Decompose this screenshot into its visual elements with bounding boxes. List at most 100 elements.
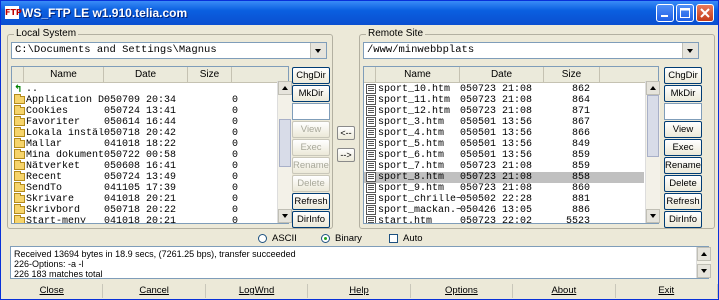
file-row[interactable]: start.htm 050723 22:02 5523: [364, 216, 644, 224]
file-size: 0: [231, 150, 238, 161]
folder-row[interactable]: Skrivare 041018 20:21 0: [12, 193, 276, 205]
ascii-radio-dot[interactable]: [258, 234, 267, 243]
folder-row[interactable]: Lokala instäl~ 050718 20:42 0: [12, 127, 276, 139]
chevron-down-icon[interactable]: [682, 43, 698, 58]
maximize-button[interactable]: [676, 4, 694, 22]
close-window-button[interactable]: [696, 4, 714, 22]
chevron-down-icon[interactable]: [310, 43, 326, 58]
transfer-to-local-button[interactable]: <--: [337, 126, 355, 140]
options-button[interactable]: Options: [411, 284, 514, 298]
folder-row[interactable]: Mallar 041018 18:22 0: [12, 138, 276, 150]
local-col-name[interactable]: Name: [24, 67, 104, 82]
binary-radio-dot[interactable]: [321, 234, 330, 243]
remote-rename-button[interactable]: Rename: [664, 157, 702, 174]
about-button[interactable]: About: [513, 284, 616, 298]
folder-row[interactable]: Cookies 050724 13:41 0: [12, 105, 276, 117]
file-size: 0: [231, 205, 238, 216]
cancel-button[interactable]: Cancel: [103, 284, 206, 298]
file-size: 859: [571, 150, 590, 161]
file-row[interactable]: sport_6.htm 050501 13:56 859: [364, 150, 644, 161]
remote-dirinfo-button[interactable]: DirInfo: [664, 211, 702, 228]
help-button[interactable]: Help: [308, 284, 411, 298]
local-mkdir-button[interactable]: MkDir: [292, 85, 330, 102]
local-exec-button[interactable]: Exec: [292, 139, 330, 156]
file-name: sport_chrille~: [378, 194, 462, 205]
file-row[interactable]: sport_chrille~ 050502 22:28 881: [364, 194, 644, 205]
exit-button[interactable]: Exit: [616, 284, 718, 298]
file-row[interactable]: sport_mackan.~ 050426 13:05 886: [364, 205, 644, 216]
folder-row[interactable]: Start-meny 041018 20:21 0: [12, 215, 276, 224]
remote-path-select[interactable]: /www/minwebbplats: [363, 42, 699, 59]
scroll-up-icon[interactable]: [697, 247, 711, 261]
file-row[interactable]: sport_9.htm 050723 21:08 860: [364, 183, 644, 194]
remote-file-list[interactable]: Name Date Size sport_10.htm 050723 21:08 8…: [363, 66, 659, 224]
remote-col-icon[interactable]: [364, 67, 376, 82]
folder-row[interactable]: Application D~ 050709 20:34 0: [12, 94, 276, 106]
title-bar[interactable]: FTP WS_FTP LE w1.910.telia.com: [1, 1, 718, 25]
file-row[interactable]: sport_10.htm 050723 21:08 862: [364, 84, 644, 95]
local-delete-button[interactable]: Delete: [292, 175, 330, 192]
remote-scrollbar[interactable]: [645, 81, 660, 223]
local-col-size[interactable]: Size: [188, 67, 232, 82]
remote-exec-button[interactable]: Exec: [664, 139, 702, 156]
scroll-down-icon[interactable]: [697, 264, 711, 278]
file-size: 5523: [565, 216, 590, 224]
local-col-icon[interactable]: [12, 67, 24, 82]
remote-col-name[interactable]: Name: [376, 67, 460, 82]
remote-mkdir-button[interactable]: MkDir: [664, 85, 702, 102]
file-date: 050723 21:08: [460, 172, 533, 183]
local-command-input[interactable]: [292, 103, 330, 120]
file-size: 862: [571, 84, 590, 95]
file-row[interactable]: sport_7.htm 050723 21:08 859: [364, 161, 644, 172]
local-rename-button[interactable]: Rename: [292, 157, 330, 174]
auto-checkbox-box[interactable]: [389, 234, 398, 243]
folder-row[interactable]: Skrivbord 050718 20:22 0: [12, 204, 276, 216]
remote-chgdir-button[interactable]: ChgDir: [664, 67, 702, 84]
local-scrollbar[interactable]: [277, 81, 292, 223]
remote-view-button[interactable]: View: [664, 121, 702, 138]
local-scroll-thumb[interactable]: [279, 119, 291, 167]
local-col-date[interactable]: Date: [104, 67, 188, 82]
folder-row[interactable]: SendTo 041105 17:39 0: [12, 182, 276, 194]
file-row[interactable]: sport_8.htm 050723 21:08 858: [364, 172, 644, 183]
file-row[interactable]: sport_4.htm 050501 13:56 866: [364, 128, 644, 139]
folder-row[interactable]: Mina dokument 050722 00:58 0: [12, 149, 276, 161]
folder-icon: [14, 193, 25, 203]
close-button[interactable]: Close: [1, 284, 104, 298]
scroll-up-icon[interactable]: [646, 81, 660, 95]
parent-dir-row[interactable]: ↰..: [12, 84, 276, 95]
remote-command-input[interactable]: [664, 103, 702, 120]
local-path-select[interactable]: C:\Documents and Settings\Magnus: [11, 42, 327, 59]
file-date: 041018 18:22: [104, 139, 177, 150]
file-size: 886: [571, 205, 590, 216]
file-size: 0: [231, 216, 238, 224]
file-row[interactable]: sport_5.htm 050501 13:56 849: [364, 139, 644, 150]
folder-icon: [14, 160, 25, 170]
local-refresh-button[interactable]: Refresh: [292, 193, 330, 210]
remote-col-size[interactable]: Size: [544, 67, 600, 82]
folder-row[interactable]: Favoriter 050614 16:44 0: [12, 116, 276, 128]
folder-row[interactable]: Recent 050724 13:49 0: [12, 171, 276, 183]
local-view-button[interactable]: View: [292, 121, 330, 138]
folder-row[interactable]: Nätverket 050608 16:41 0: [12, 160, 276, 172]
log-scrollbar[interactable]: [696, 247, 711, 278]
remote-delete-button[interactable]: Delete: [664, 175, 702, 192]
scroll-down-icon[interactable]: [278, 209, 292, 223]
file-icon: [366, 172, 376, 182]
scroll-up-icon[interactable]: [278, 81, 292, 95]
remote-scroll-thumb[interactable]: [647, 95, 659, 157]
file-date: 050723 21:08: [460, 183, 533, 194]
local-file-list[interactable]: Name Date Size ↰.. Application D~ 050709 2…: [11, 66, 289, 224]
remote-refresh-button[interactable]: Refresh: [664, 193, 702, 210]
remote-col-date[interactable]: Date: [460, 67, 544, 82]
logwnd-button[interactable]: LogWnd: [206, 284, 309, 298]
transfer-to-remote-button[interactable]: -->: [337, 148, 355, 162]
file-row[interactable]: sport_11.htm 050723 21:08 864: [364, 95, 644, 106]
file-row[interactable]: sport_12.htm 050723 21:08 871: [364, 106, 644, 117]
file-row[interactable]: sport_3.htm 050501 13:56 867: [364, 117, 644, 128]
local-dirinfo-button[interactable]: DirInfo: [292, 211, 330, 228]
file-icon: [366, 139, 376, 149]
minimize-button[interactable]: [656, 4, 674, 22]
scroll-down-icon[interactable]: [646, 209, 660, 223]
local-chgdir-button[interactable]: ChgDir: [292, 67, 330, 84]
